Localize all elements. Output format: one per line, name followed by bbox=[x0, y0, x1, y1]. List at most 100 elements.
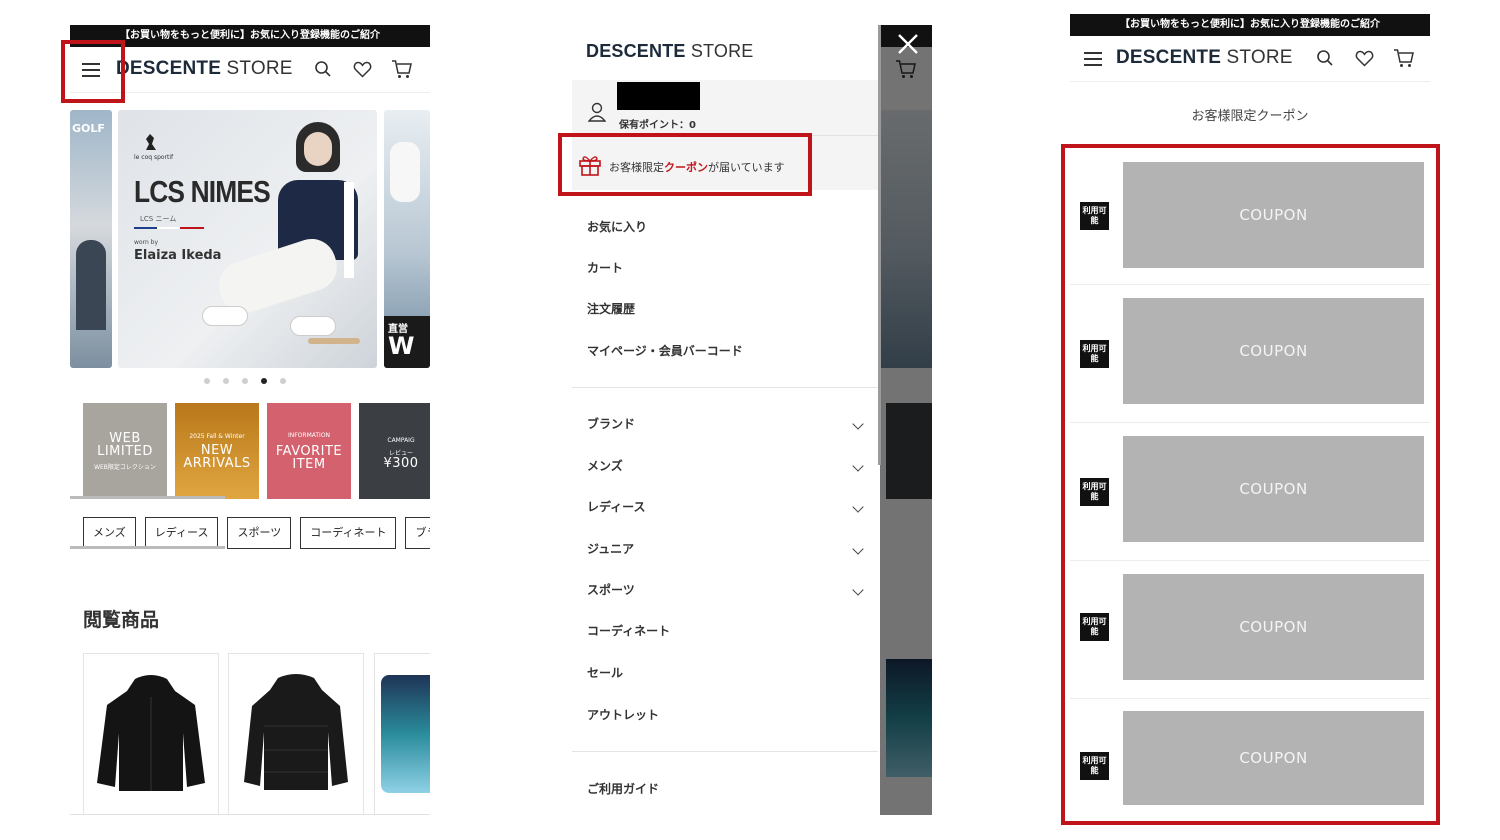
highlight-coupon-list bbox=[1061, 144, 1440, 825]
logo-store: STORE bbox=[690, 41, 754, 61]
menu-brand[interactable]: ブランド bbox=[587, 415, 635, 432]
menu-mens[interactable]: メンズ bbox=[587, 457, 623, 474]
tile-line2: LIMITED bbox=[97, 443, 153, 459]
menu-divider-1 bbox=[572, 387, 878, 388]
recently-viewed-heading: 閲覧商品 bbox=[83, 609, 160, 631]
banner-golf-label: GOLF bbox=[72, 122, 105, 135]
feature-tiles: WEB LIMITED WEB限定コレクション 2025 Fall & Wint… bbox=[83, 403, 430, 499]
product-card-tshirt[interactable] bbox=[374, 653, 430, 815]
hamburger-menu-icon[interactable] bbox=[1084, 52, 1102, 66]
points-label: 保有ポイント：0 bbox=[619, 120, 696, 131]
tricolor-line bbox=[134, 227, 204, 229]
logo-store: STORE bbox=[226, 58, 293, 79]
puffer-jacket-image bbox=[244, 674, 348, 790]
carousel-dot-active[interactable] bbox=[261, 378, 267, 384]
tile-line2: ITEM bbox=[292, 456, 326, 472]
banner-subtitle: LCS ニーム bbox=[140, 215, 177, 223]
drawer-logo[interactable]: DESCENTE STORE bbox=[586, 41, 754, 62]
products-divider bbox=[70, 814, 430, 815]
carousel-dot[interactable] bbox=[280, 378, 286, 384]
tile-line2: ¥300 bbox=[383, 455, 419, 471]
cart-icon[interactable] bbox=[391, 59, 413, 79]
tile-line2: ARRIVALS bbox=[183, 455, 251, 471]
carousel-dot[interactable] bbox=[204, 378, 210, 384]
chips-scrollbar[interactable] bbox=[70, 546, 225, 549]
announcement-bar[interactable]: 【お買い物をもっと便利に】お気に入り登録機能のご紹介 bbox=[1070, 14, 1430, 36]
chevron-down-icon[interactable] bbox=[852, 543, 864, 555]
chevron-down-icon[interactable] bbox=[852, 460, 864, 472]
tile-sub: WEB限定コレクション bbox=[94, 463, 156, 471]
chevron-down-icon[interactable] bbox=[852, 501, 864, 513]
menu-ladies[interactable]: レディース bbox=[587, 498, 646, 515]
search-icon[interactable] bbox=[314, 60, 332, 78]
chip-ladies[interactable]: レディース bbox=[144, 517, 219, 549]
drawer-scrollbar[interactable] bbox=[878, 25, 881, 465]
chip-brand[interactable]: ブラン bbox=[405, 517, 430, 549]
menu-outlet[interactable]: アウトレット bbox=[587, 706, 659, 723]
banner-model: Elaiza Ikeda bbox=[134, 248, 222, 263]
menu-mypage-barcode[interactable]: マイページ・会員バーコード bbox=[587, 342, 743, 359]
carousel-dot[interactable] bbox=[223, 378, 229, 384]
logo-brand: DESCENTE bbox=[586, 41, 686, 61]
search-icon[interactable] bbox=[1316, 49, 1334, 67]
banner-right[interactable]: 直営 W bbox=[384, 110, 430, 368]
tile-sub: 2025 Fall & Winter bbox=[189, 432, 245, 440]
model-face bbox=[304, 132, 332, 166]
tile-favorite-item[interactable]: INFORMATION FAVORITE ITEM bbox=[267, 403, 351, 499]
carousel-dots bbox=[204, 378, 286, 384]
highlight-hamburger bbox=[61, 40, 125, 103]
sneaker-left bbox=[202, 306, 248, 326]
rooster-logo-icon bbox=[136, 132, 166, 154]
menu-divider-2 bbox=[572, 751, 878, 752]
menu-coordinate[interactable]: コーディネート bbox=[587, 622, 670, 639]
page-title: お客様限定クーポン bbox=[1191, 109, 1309, 124]
home-screen: 【お買い物をもっと便利に】お気に入り登録機能のご紹介 DESCENTE STOR… bbox=[70, 25, 430, 815]
chevron-down-icon[interactable] bbox=[852, 584, 864, 596]
tshirt-image bbox=[381, 675, 430, 793]
chip-sports[interactable]: スポーツ bbox=[227, 517, 292, 549]
chip-coordinate[interactable]: コーディネート bbox=[300, 517, 397, 549]
dim-overlay[interactable] bbox=[880, 25, 932, 815]
highlight-coupon-notice bbox=[558, 133, 812, 196]
menu-favorites[interactable]: お気に入り bbox=[587, 218, 647, 235]
chip-mens[interactable]: メンズ bbox=[83, 517, 136, 549]
banner-title: LCS NIMES bbox=[134, 174, 271, 209]
menu-guide[interactable]: ご利用ガイド bbox=[587, 780, 659, 797]
tile-line1: WEB bbox=[109, 430, 141, 446]
cart-icon[interactable] bbox=[1393, 48, 1415, 68]
tile-sub: INFORMATION bbox=[287, 431, 331, 439]
banner-right-figure bbox=[390, 142, 420, 202]
product-card-jacket-1[interactable] bbox=[83, 653, 219, 815]
tile-line1: NEW bbox=[200, 442, 234, 458]
down-jacket-image bbox=[97, 675, 205, 791]
tile-campaign[interactable]: CAMPAIG レビュー ¥300 bbox=[359, 403, 430, 499]
menu-order-history[interactable]: 注文履歴 bbox=[587, 300, 635, 317]
heart-icon[interactable] bbox=[1355, 50, 1374, 67]
carousel-dot[interactable] bbox=[242, 378, 248, 384]
category-chips: メンズ レディース スポーツ コーディネート ブラン bbox=[83, 517, 430, 549]
site-logo[interactable]: DESCENTE STORE bbox=[116, 58, 293, 80]
tile-new-arrivals[interactable]: 2025 Fall & Winter NEW ARRIVALS bbox=[175, 403, 259, 499]
menu-cart[interactable]: カート bbox=[587, 259, 623, 276]
tiles-scrollbar[interactable] bbox=[70, 496, 225, 499]
menu-sports[interactable]: スポーツ bbox=[587, 581, 635, 598]
heart-icon[interactable] bbox=[353, 61, 372, 78]
tile-web-limited[interactable]: WEB LIMITED WEB限定コレクション bbox=[83, 403, 167, 499]
chevron-down-icon[interactable] bbox=[852, 418, 864, 430]
sneaker-right bbox=[290, 316, 336, 336]
user-icon[interactable] bbox=[588, 102, 606, 122]
banner-golf[interactable]: GOLF bbox=[70, 110, 112, 368]
tile-line1: FAVORITE bbox=[275, 443, 343, 459]
jacket-stripe bbox=[344, 182, 354, 278]
logo-store: STORE bbox=[1226, 47, 1293, 68]
close-icon[interactable] bbox=[897, 33, 919, 55]
banner-worn-by: worn by bbox=[134, 239, 159, 246]
site-logo[interactable]: DESCENTE STORE bbox=[1116, 47, 1293, 69]
menu-junior[interactable]: ジュニア bbox=[587, 540, 634, 557]
product-card-jacket-2[interactable] bbox=[228, 653, 364, 815]
banner-lcs-nimes[interactable]: le coq sportif LCS NIMES LCS ニーム worn by… bbox=[118, 110, 377, 368]
banner-right-big: W bbox=[388, 332, 415, 360]
site-header: DESCENTE STORE bbox=[1070, 36, 1430, 82]
tile-line1: CAMPAIG bbox=[387, 436, 415, 444]
menu-sale[interactable]: セール bbox=[587, 664, 623, 681]
